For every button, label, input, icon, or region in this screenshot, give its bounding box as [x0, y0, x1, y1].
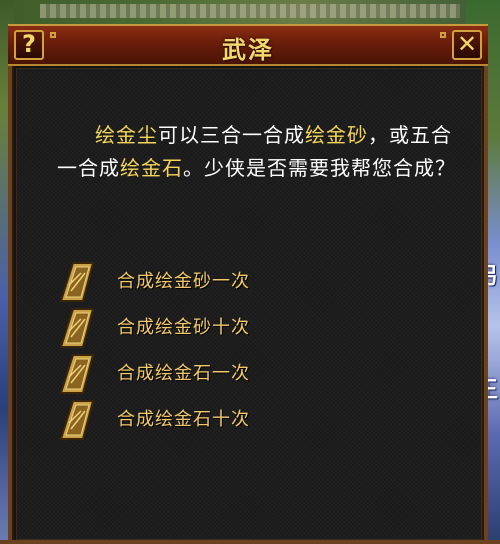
dialog-title: 武泽	[222, 35, 274, 64]
game-world-top	[0, 0, 500, 26]
npc-dialog: ? 武泽 ✕ 绘金尘可以三合一合成绘金砂，或五合一合成绘金石。少侠是否需要我帮您…	[8, 24, 488, 544]
option-synthesize-stone-once[interactable]: 合成绘金石一次	[59, 353, 359, 399]
item-name: 绘金砂	[305, 123, 368, 147]
option-label: 合成绘金石十次	[117, 409, 250, 430]
dialog-body: 绘金尘可以三合一合成绘金砂，或五合一合成绘金石。少侠是否需要我帮您合成？ 合成绘…	[16, 68, 482, 540]
message-text: 可以三合一合成	[158, 123, 305, 147]
frame-bottom	[0, 540, 500, 544]
option-bullet-icon	[59, 308, 95, 348]
corner-ornament-icon	[440, 32, 446, 38]
item-name: 绘金尘	[95, 123, 158, 147]
item-name: 绘金石	[120, 156, 183, 180]
option-synthesize-sand-ten[interactable]: 合成绘金砂十次	[59, 307, 359, 353]
option-bullet-icon	[59, 400, 95, 440]
fence-decoration	[40, 4, 460, 18]
dialog-titlebar: ? 武泽 ✕	[8, 24, 488, 66]
option-bullet-icon	[59, 262, 95, 302]
option-label: 合成绘金砂一次	[117, 271, 250, 292]
option-list: 合成绘金砂一次 合成绘金砂十次 合成绘金石一次 合成绘金石十次	[59, 261, 359, 445]
option-label: 合成绘金石一次	[117, 363, 250, 384]
option-bullet-icon	[59, 354, 95, 394]
option-label: 合成绘金砂十次	[117, 317, 250, 338]
option-synthesize-stone-ten[interactable]: 合成绘金石十次	[59, 399, 359, 445]
close-button[interactable]: ✕	[452, 30, 482, 60]
option-synthesize-sand-once[interactable]: 合成绘金砂一次	[59, 261, 359, 307]
npc-message: 绘金尘可以三合一合成绘金砂，或五合一合成绘金石。少侠是否需要我帮您合成？	[57, 119, 457, 185]
message-text: 。少侠是否需要我帮您合成？	[183, 156, 456, 180]
